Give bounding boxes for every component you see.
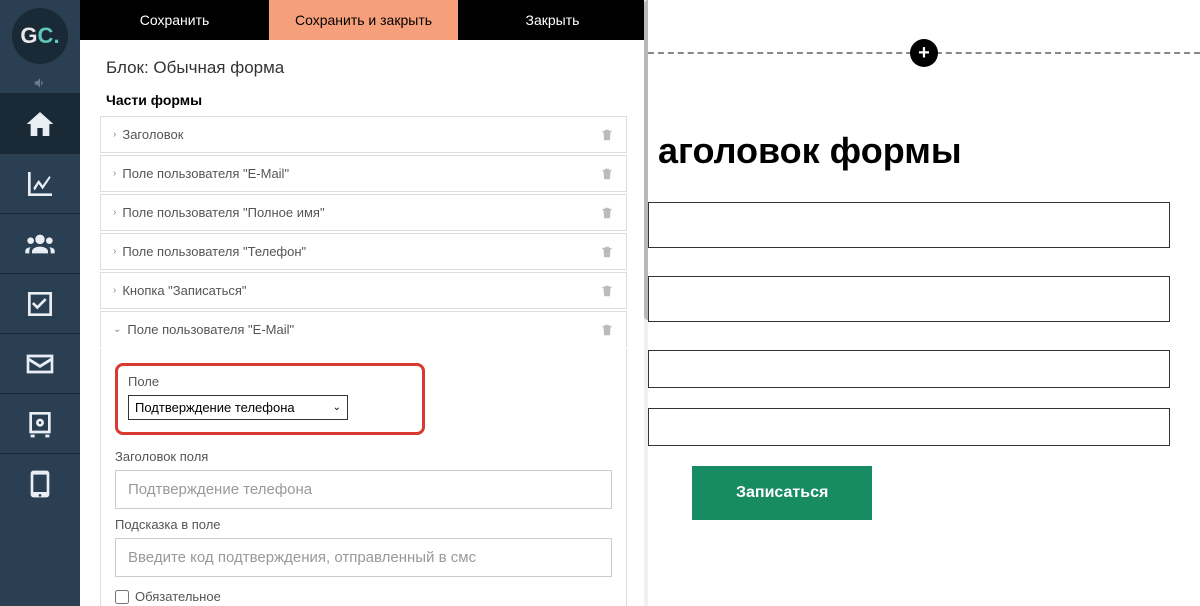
mail-icon[interactable]	[0, 333, 80, 393]
part-item[interactable]: › Поле пользователя "Полное имя"	[100, 194, 627, 231]
add-section-button[interactable]: +	[910, 39, 938, 67]
trash-icon[interactable]	[600, 245, 614, 259]
part-label: Поле пользователя "E-Mail"	[127, 322, 294, 337]
part-item-expanded[interactable]: ⌄ Поле пользователя "E-Mail"	[100, 311, 627, 347]
chevron-right-icon: ›	[113, 246, 116, 257]
panel-body: Блок: Обычная форма Части формы › Заголов…	[80, 40, 647, 606]
part-label: Заголовок	[122, 127, 183, 142]
required-row[interactable]: Обязательное	[115, 589, 612, 604]
logo-g: G	[20, 23, 37, 49]
expanded-content: Поле Подтверждение телефона ⌄ Заголовок …	[100, 349, 627, 606]
trash-icon[interactable]	[600, 206, 614, 220]
block-title: Блок: Обычная форма	[106, 58, 627, 78]
chevron-right-icon: ›	[113, 285, 116, 296]
preview-input[interactable]	[648, 350, 1170, 388]
part-item[interactable]: › Поле пользователя "Телефон"	[100, 233, 627, 270]
logo[interactable]: GC.	[12, 8, 68, 64]
close-tab[interactable]: Закрыть	[458, 0, 647, 40]
part-item[interactable]: › Кнопка "Записаться"	[100, 272, 627, 309]
part-label: Поле пользователя "Полное имя"	[122, 205, 324, 220]
safe-icon[interactable]	[0, 393, 80, 453]
top-tabs: Сохранить Сохранить и закрыть Закрыть	[80, 0, 647, 40]
phone-icon[interactable]	[0, 453, 80, 513]
trash-icon[interactable]	[600, 128, 614, 142]
form-title: аголовок формы	[658, 130, 1170, 172]
parts-label: Части формы	[106, 92, 627, 108]
save-tab[interactable]: Сохранить	[80, 0, 269, 40]
part-label: Кнопка "Записаться"	[122, 283, 246, 298]
title-label: Заголовок поля	[115, 449, 612, 464]
home-icon[interactable]	[0, 93, 80, 153]
trash-icon[interactable]	[600, 167, 614, 181]
logo-c: C	[38, 23, 54, 49]
chevron-down-icon: ⌄	[113, 324, 121, 335]
editor-panel: Сохранить Сохранить и закрыть Закрыть Бл…	[80, 0, 648, 606]
field-select[interactable]: Подтверждение телефона ⌄	[128, 395, 348, 420]
required-checkbox[interactable]	[115, 590, 129, 604]
title-input[interactable]: Подтверждение телефона	[115, 470, 612, 509]
logo-dot: .	[53, 23, 59, 49]
chevron-right-icon: ›	[113, 129, 116, 140]
save-close-tab[interactable]: Сохранить и закрыть	[269, 0, 458, 40]
preview-input[interactable]	[648, 276, 1170, 322]
chevron-right-icon: ›	[113, 168, 116, 179]
part-label: Поле пользователя "Телефон"	[122, 244, 306, 259]
part-label: Поле пользователя "E-Mail"	[122, 166, 289, 181]
form-preview: аголовок формы Записаться	[648, 130, 1200, 520]
field-label: Поле	[128, 374, 412, 389]
hint-input[interactable]: Введите код подтверждения, отправленный …	[115, 538, 612, 577]
submit-button[interactable]: Записаться	[692, 466, 872, 520]
part-item[interactable]: › Заголовок	[100, 116, 627, 153]
checkbox-icon[interactable]	[0, 273, 80, 333]
chevron-down-icon: ⌄	[333, 402, 341, 413]
preview-input[interactable]	[648, 202, 1170, 248]
select-value: Подтверждение телефона	[135, 400, 295, 415]
preview-area: + аголовок формы Записаться	[648, 0, 1200, 606]
sidebar: GC.	[0, 0, 80, 606]
hint-label: Подсказка в поле	[115, 517, 612, 532]
sound-icon[interactable]	[31, 76, 49, 93]
preview-input[interactable]	[648, 408, 1170, 446]
trash-icon[interactable]	[600, 284, 614, 298]
required-label: Обязательное	[135, 589, 221, 604]
part-item[interactable]: › Поле пользователя "E-Mail"	[100, 155, 627, 192]
users-icon[interactable]	[0, 213, 80, 273]
chevron-right-icon: ›	[113, 207, 116, 218]
chart-icon[interactable]	[0, 153, 80, 213]
trash-icon[interactable]	[600, 323, 614, 337]
highlight-box: Поле Подтверждение телефона ⌄	[115, 363, 425, 435]
